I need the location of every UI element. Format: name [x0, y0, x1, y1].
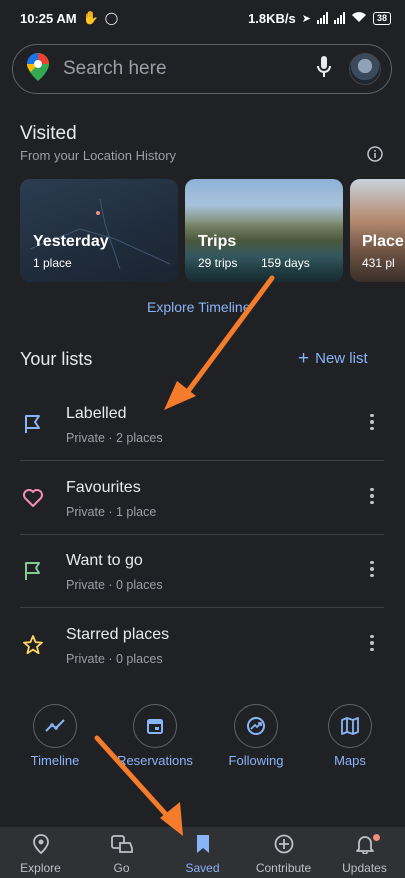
bell-icon: [355, 836, 374, 858]
list-item-favourites[interactable]: Favourites Private · 1 place: [0, 469, 405, 542]
nav-label: Explore: [20, 861, 61, 875]
list-name: Labelled: [66, 405, 127, 422]
flag-icon: [22, 560, 44, 582]
bookmark-icon: [196, 835, 210, 858]
search-bar[interactable]: Search here: [12, 44, 392, 94]
your-lists-heading: Your lists: [20, 349, 93, 369]
list-meta: Private · 0 places: [66, 578, 163, 592]
notification-dot: [373, 834, 380, 841]
nav-label: Saved: [185, 861, 220, 875]
following-icon: [234, 704, 278, 748]
shortcut-label: Reservations: [117, 753, 193, 768]
wave-emoji-icon: ✋: [82, 10, 99, 25]
visited-card-places[interactable]: Place 431 pl: [350, 179, 405, 282]
explore-timeline-link[interactable]: Explore Timeline: [147, 299, 251, 315]
list-name: Starred places: [66, 626, 170, 643]
signal-icon-2: [333, 12, 345, 24]
visited-heading: Visited: [20, 123, 77, 144]
list-item-want-to-go[interactable]: Want to go Private · 0 places: [0, 542, 405, 615]
list-item-starred-places[interactable]: Starred places Private · 0 places: [0, 616, 405, 689]
nav-label: Go: [113, 861, 130, 875]
signal-icon: [316, 12, 328, 24]
add-circle-icon: [274, 834, 294, 858]
google-maps-pin-icon: [27, 52, 49, 86]
shortcut-timeline[interactable]: Timeline: [10, 704, 100, 768]
bottom-navigation: Explore Go Saved Contribute Updates: [0, 827, 405, 878]
list-name: Want to go: [66, 552, 143, 569]
network-speed: 1.8KB/s: [248, 10, 296, 26]
divider: [20, 607, 384, 608]
search-input[interactable]: Search here: [63, 58, 317, 80]
battery-indicator: 38: [372, 11, 391, 25]
visited-cards: Yesterday 1 place Trips 29 trips 159 day…: [20, 179, 405, 282]
card-subtitle: 1 place: [33, 256, 72, 270]
card-subtitle: 29 trips: [198, 256, 238, 270]
more-options-icon[interactable]: [363, 485, 381, 507]
more-options-icon[interactable]: [363, 632, 381, 654]
shortcut-label: Timeline: [30, 753, 80, 768]
annotation-arrow-line: [180, 275, 275, 401]
commute-icon: [110, 835, 134, 858]
avatar[interactable]: [349, 53, 381, 85]
card-title: Yesterday: [33, 233, 109, 250]
shortcut-maps[interactable]: Maps: [305, 704, 395, 768]
new-list-label: New list: [315, 350, 368, 367]
list-meta: Private · 2 places: [66, 431, 163, 445]
list-name: Favourites: [66, 479, 141, 496]
list-item-labelled[interactable]: Labelled Private · 2 places: [0, 395, 405, 468]
divider: [20, 534, 384, 535]
divider: [20, 460, 384, 461]
card-title: Place: [362, 233, 404, 250]
info-icon[interactable]: [367, 146, 383, 167]
nav-label: Contribute: [255, 861, 312, 875]
status-time: 10:25 AM: [20, 10, 77, 26]
status-bar: 10:25 AM ✋ ◯ 1.8KB/s ➤ 38: [0, 0, 405, 36]
nav-explore[interactable]: Explore: [0, 827, 81, 878]
visited-card-trips[interactable]: Trips 29 trips 159 days: [185, 179, 343, 282]
timeline-icon: [33, 704, 77, 748]
list-meta: Private · 1 place: [66, 505, 157, 519]
new-list-button[interactable]: + New list: [298, 348, 368, 369]
shortcut-label: Maps: [334, 753, 366, 768]
star-icon: [22, 634, 44, 656]
nav-go[interactable]: Go: [81, 827, 162, 878]
nav-label: Updates: [342, 861, 387, 875]
more-options-icon[interactable]: [363, 558, 381, 580]
shortcut-following[interactable]: Following: [211, 704, 301, 768]
nav-saved[interactable]: Saved: [162, 827, 243, 878]
location-pin-icon: [32, 834, 49, 858]
calendar-icon: [133, 704, 177, 748]
wifi-icon: [351, 11, 367, 26]
card-subtitle: 431 pl: [362, 256, 395, 270]
microphone-icon[interactable]: [317, 55, 331, 83]
heart-icon: [22, 487, 44, 509]
visited-card-yesterday[interactable]: Yesterday 1 place: [20, 179, 178, 282]
nav-contribute[interactable]: Contribute: [243, 827, 324, 878]
card-title: Trips: [198, 233, 237, 250]
shortcut-label: Following: [228, 753, 284, 768]
plus-icon: +: [298, 348, 310, 369]
nav-updates[interactable]: Updates: [324, 827, 405, 878]
visited-subtitle: From your Location History: [20, 148, 177, 163]
whatsapp-icon: ◯: [104, 11, 119, 25]
label-flag-icon: [22, 413, 44, 435]
card-subtitle-days: 159 days: [261, 256, 310, 270]
shortcut-reservations[interactable]: Reservations: [110, 704, 200, 768]
location-arrow-icon: ➤: [301, 12, 311, 25]
list-meta: Private · 0 places: [66, 652, 163, 666]
more-options-icon[interactable]: [363, 411, 381, 433]
map-icon: [328, 704, 372, 748]
